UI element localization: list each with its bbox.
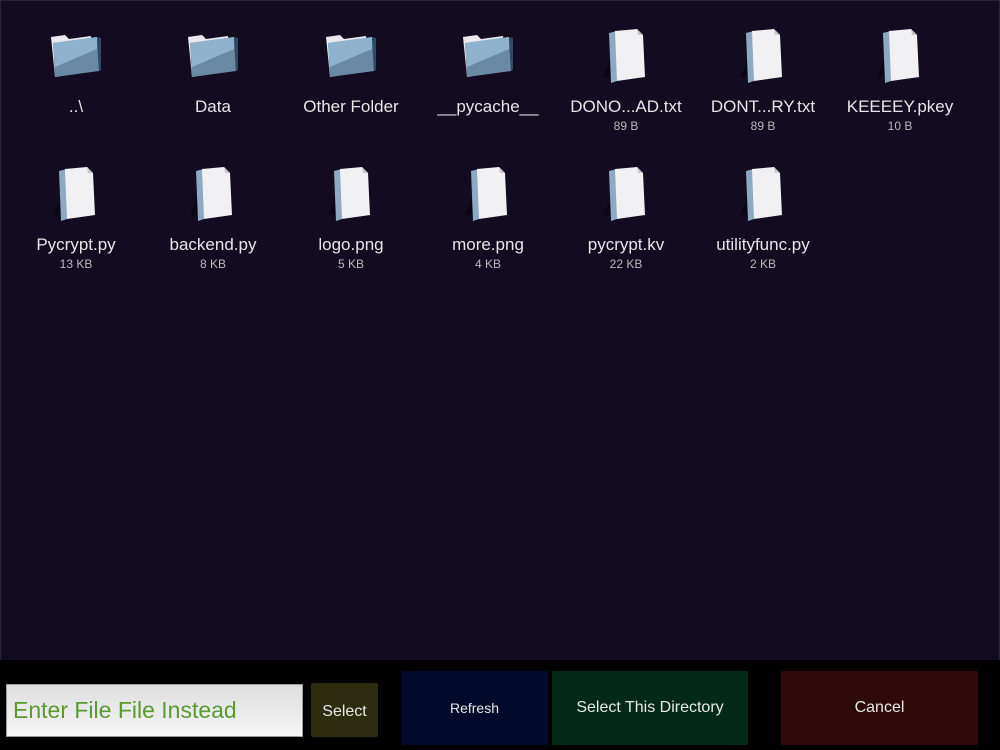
refresh-button[interactable]: Refresh xyxy=(401,671,548,745)
item-name: DONO...AD.txt xyxy=(570,97,682,116)
select-file-button[interactable]: Select xyxy=(311,683,378,737)
file-item[interactable]: KEEEEY.pkey 10 B xyxy=(831,1,969,133)
folder-item[interactable]: ..\ xyxy=(7,1,145,131)
item-name: Data xyxy=(195,97,231,116)
item-name: KEEEEY.pkey xyxy=(846,97,954,116)
file-item[interactable]: DONO...AD.txt 89 B xyxy=(557,1,695,133)
file-icon xyxy=(144,165,282,223)
item-size: 89 B xyxy=(750,119,776,133)
item-name: __pycache__ xyxy=(437,97,539,116)
file-icon xyxy=(694,27,832,85)
folder-item[interactable]: __pycache__ xyxy=(419,1,557,131)
item-size: 13 KB xyxy=(59,257,93,271)
item-size: 10 B xyxy=(887,119,913,133)
file-item[interactable]: pycrypt.kv 22 KB xyxy=(557,139,695,271)
file-item[interactable]: more.png 4 KB xyxy=(419,139,557,271)
item-name: more.png xyxy=(452,235,524,254)
folder-icon xyxy=(419,27,557,85)
folder-item[interactable]: Other Folder xyxy=(282,1,420,131)
item-name: ..\ xyxy=(68,97,84,116)
file-item[interactable]: backend.py 8 KB xyxy=(144,139,282,271)
folder-item[interactable]: Data xyxy=(144,1,282,131)
item-size: 89 B xyxy=(613,119,639,133)
item-name: pycrypt.kv xyxy=(587,235,665,254)
file-icon xyxy=(694,165,832,223)
item-size: 4 KB xyxy=(474,257,501,271)
file-icon xyxy=(7,165,145,223)
select-directory-button[interactable]: Select This Directory xyxy=(552,671,748,745)
file-icon xyxy=(419,165,557,223)
file-path-input[interactable] xyxy=(6,684,303,737)
folder-icon xyxy=(144,27,282,85)
folder-icon xyxy=(7,27,145,85)
item-name: DONT...RY.txt xyxy=(710,97,816,116)
item-size: 8 KB xyxy=(199,257,226,271)
item-name: utilityfunc.py xyxy=(716,235,810,254)
file-browser: ..\ Data Other Folder __pycache__ DONO..… xyxy=(0,0,1000,660)
item-size: 22 KB xyxy=(609,257,643,271)
file-icon xyxy=(557,165,695,223)
file-item[interactable]: utilityfunc.py 2 KB xyxy=(694,139,832,271)
item-name: backend.py xyxy=(169,235,257,254)
item-name: Other Folder xyxy=(303,97,399,116)
file-item[interactable]: Pycrypt.py 13 KB xyxy=(7,139,145,271)
file-icon xyxy=(557,27,695,85)
cancel-button[interactable]: Cancel xyxy=(781,671,978,745)
file-icon xyxy=(831,27,969,85)
item-name: logo.png xyxy=(318,235,384,254)
item-size: 2 KB xyxy=(749,257,776,271)
item-name: Pycrypt.py xyxy=(36,235,116,254)
item-size: 5 KB xyxy=(337,257,364,271)
file-item[interactable]: logo.png 5 KB xyxy=(282,139,420,271)
folder-icon xyxy=(282,27,420,85)
file-icon xyxy=(282,165,420,223)
file-item[interactable]: DONT...RY.txt 89 B xyxy=(694,1,832,133)
